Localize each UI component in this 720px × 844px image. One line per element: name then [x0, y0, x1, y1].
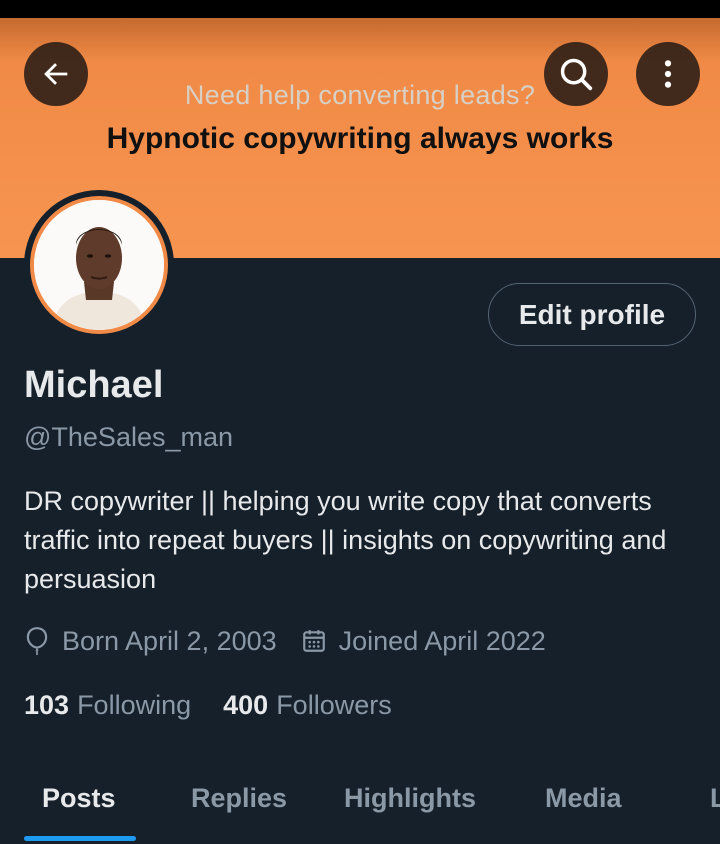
banner-subtitle: Need help converting leads?	[184, 80, 536, 110]
calendar-icon	[302, 630, 325, 652]
search-button[interactable]	[544, 42, 608, 106]
birthday-text: Born April 2, 2003	[62, 625, 277, 656]
following-link[interactable]: 103 Following	[24, 690, 191, 721]
followers-link[interactable]: 400 Followers	[223, 690, 392, 721]
following-label: Following	[77, 689, 192, 720]
status-bar	[0, 0, 720, 18]
followers-label: Followers	[276, 689, 392, 720]
banner-title: Hypnotic copywriting always works	[106, 122, 614, 155]
tab-posts[interactable]: Posts	[42, 770, 116, 826]
following-count: 103	[24, 689, 70, 720]
tab-media[interactable]: Media	[545, 770, 622, 826]
follow-stats: 103 Following 400 Followers	[24, 686, 392, 724]
profile-tabs: Posts Replies Highlights Media L	[0, 770, 720, 844]
birthday-item: Born April 2, 2003	[24, 626, 277, 657]
followers-count: 400	[223, 689, 269, 720]
avatar-border	[30, 196, 168, 334]
joined-item: Joined April 2022	[301, 626, 546, 657]
edit-profile-button[interactable]: Edit profile	[488, 283, 696, 346]
joined-text: Joined April 2022	[338, 625, 546, 656]
tab-likes[interactable]: L	[710, 770, 720, 826]
balloon-icon	[26, 627, 48, 655]
tab-replies[interactable]: Replies	[191, 770, 287, 826]
more-options-button[interactable]	[636, 42, 700, 106]
search-icon	[560, 58, 593, 91]
person-portrait-icon	[34, 200, 164, 330]
more-vertical-icon	[664, 60, 672, 88]
active-tab-indicator	[24, 836, 136, 841]
arrow-left-icon	[44, 63, 68, 85]
tab-highlights[interactable]: Highlights	[344, 770, 476, 826]
profile-display-name: Michael	[24, 364, 164, 406]
profile-handle: @TheSales_man	[24, 422, 234, 452]
avatar[interactable]	[24, 190, 174, 340]
profile-meta: Born April 2, 2003 Joined April 2022	[24, 622, 546, 660]
profile-bio: DR copywriter || helping you write copy …	[24, 486, 667, 594]
back-button[interactable]	[24, 42, 88, 106]
avatar-photo	[34, 200, 164, 330]
